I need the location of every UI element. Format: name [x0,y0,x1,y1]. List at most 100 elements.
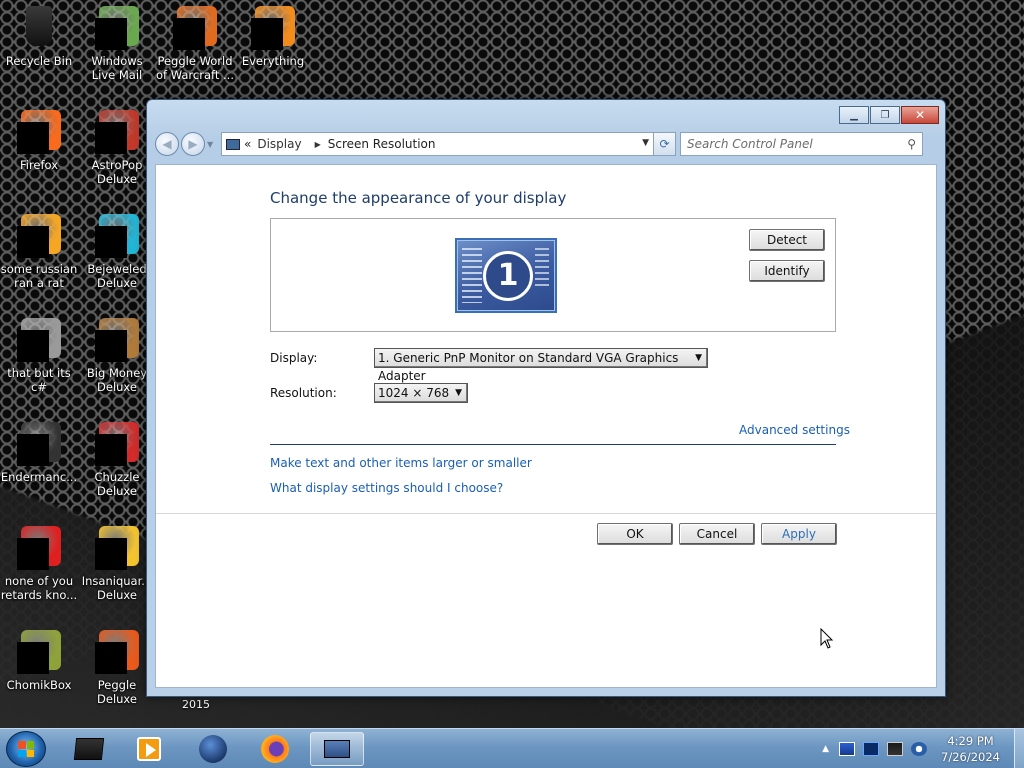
address-dropdown-icon[interactable]: ▼ [642,138,649,148]
desktop-icon-6[interactable]: AstroPop Deluxe [78,104,156,186]
search-input[interactable]: Search Control Panel ⚲ [680,132,923,156]
screen-lines-graphic [462,248,482,303]
bejeweled-icon [95,214,139,258]
identify-button[interactable]: Identify [749,260,825,282]
chevron-down-icon: ▼ [455,388,462,398]
tray-app-icon[interactable] [863,742,880,756]
back-arrow-icon: ◀ [162,137,172,151]
desktop-icon-10[interactable]: Big Money Deluxe [78,312,156,394]
mail-icon [95,6,139,50]
desktop-icon-11[interactable]: Endermanc... [0,416,78,484]
desktop-icon-5[interactable]: Firefox [0,104,78,172]
show-desktop-button[interactable] [1014,729,1024,768]
world-icon [199,735,227,763]
stack-icon [17,318,61,362]
display-icon [226,138,240,150]
taskbar-app-media-player[interactable] [122,732,176,766]
volume-icon[interactable] [911,742,928,756]
recent-pages-dropdown[interactable]: ▼ [207,140,217,149]
display-help-link[interactable]: What display settings should I choose? [270,481,503,495]
desktop-icon-label: Big Money Deluxe [86,366,148,394]
monitor-1-icon[interactable]: 1 [455,238,557,313]
detect-button[interactable]: Detect [749,229,825,251]
text-size-link[interactable]: Make text and other items larger or smal… [270,456,532,470]
advanced-settings-link[interactable]: Advanced settings [739,423,850,437]
taskbar-app-monitor[interactable] [62,732,116,766]
monitor-preview: 1 Detect Identify [270,218,836,332]
resolution-select-value: 1024 × 768 [378,386,450,400]
screen-resolution-window: ▁ ❐ ✕ ◀ ▶ ▼ « Display ▶ Screen Resolutio… [146,99,946,697]
desktop-icon-label: Endermanc... [0,470,78,484]
show-hidden-icons-icon[interactable]: ▲ [822,744,829,754]
minimize-button[interactable]: ▁ [839,106,869,124]
clock-date: 7/26/2024 [941,750,1000,764]
desktop-icon-8[interactable]: Bejeweled Deluxe [78,208,156,290]
taskbar-app-firefox[interactable] [248,732,302,766]
breadcrumb-overflow[interactable]: « [244,137,251,151]
display-select[interactable]: 1. Generic PnP Monitor on Standard VGA G… [374,348,708,383]
network-icon[interactable] [887,742,904,756]
page-title: Change the appearance of your display [270,189,567,207]
cancel-button[interactable]: Cancel [679,523,755,545]
desktop-icon-1[interactable]: Recycle Bin [0,0,78,68]
chevron-down-icon: ▼ [695,353,702,363]
desktop-icon-3[interactable]: Peggle World of Warcraft ... [156,0,234,82]
screen-lines-graphic-2 [535,248,549,288]
search-icon[interactable]: ⚲ [907,137,916,151]
desktop-icon-9[interactable]: that but its c# [0,312,78,394]
back-button[interactable]: ◀ [155,132,179,156]
desktop-icon-label: Firefox [19,158,59,172]
maximize-button[interactable]: ❐ [870,106,900,124]
firefox-icon [17,110,61,154]
ok-button[interactable]: OK [597,523,673,545]
desktop-icon-label: AstroPop Deluxe [91,158,143,186]
close-icon: ✕ [914,108,926,122]
forward-arrow-icon: ▶ [188,137,198,151]
flag-notification-icon[interactable] [839,742,856,756]
desktop-icon-label: none of you retards kno... [0,574,78,602]
forward-button[interactable]: ▶ [181,132,205,156]
breadcrumb-separator-icon[interactable]: ▶ [315,140,321,149]
desktop-icon-label: that but its c# [7,366,71,394]
desktop-icon-label: Peggle World of Warcraft ... [156,54,234,82]
search-placeholder: Search Control Panel [687,137,813,151]
taskbar-app-display-settings[interactable] [310,732,364,766]
breadcrumb-item-display[interactable]: Display [257,137,301,151]
desktop-icon-12[interactable]: Chuzzle Deluxe [78,416,156,498]
taskbar-app-world[interactable] [186,732,240,766]
refresh-icon: ⟳ [659,137,670,151]
refresh-button[interactable]: ⟳ [654,132,676,156]
resolution-select[interactable]: 1024 × 768 ▼ [374,383,468,403]
desktop-icon-13[interactable]: none of you retards kno... [0,520,78,602]
desktop-icon-label: Recycle Bin [5,54,73,68]
desktop-icon-label: Peggle Deluxe [97,678,137,706]
desktop-icon-label: Insaniquar... Deluxe [81,574,153,602]
desktop-icon-15[interactable]: ChomikBox [0,624,78,692]
desktop-icon-16[interactable]: Peggle Deluxe [78,624,156,706]
desktop-icon-label: Chuzzle Deluxe [94,470,140,498]
system-tray: ▲ 4:29 PM 7/26/2024 [822,729,1024,768]
restore-icon: ❐ [880,109,890,121]
desktop-icon-4[interactable]: Everything [234,0,312,68]
start-button[interactable] [6,731,46,767]
address-bar[interactable]: « Display ▶ Screen Resolution ▼ [221,132,654,156]
display-select-value: 1. Generic PnP Monitor on Standard VGA G… [378,351,679,383]
desktop-icon-2[interactable]: Windows Live Mail [78,0,156,82]
chuzzle-icon [95,422,139,466]
desktop-icon-14[interactable]: Insaniquar... Deluxe [78,520,156,602]
astropop-icon [95,110,139,154]
desktop-icon-label: Windows Live Mail [91,54,143,82]
display-label: Display: [270,351,318,365]
clock[interactable]: 4:29 PM 7/26/2024 [941,733,1000,765]
insaniquarium-icon [95,526,139,570]
minimize-icon: ▁ [850,109,858,121]
apply-button[interactable]: Apply [761,523,837,545]
footer-divider [156,513,936,514]
desktop-icon-label: Everything [241,54,305,68]
taskbar: ▲ 4:29 PM 7/26/2024 [0,728,1024,768]
window-app-icon [17,422,61,466]
desktop-icon-7[interactable]: some russian ran a rat [0,208,78,290]
monitor-app-icon [73,738,105,760]
close-button[interactable]: ✕ [901,106,939,124]
breadcrumb-item-screen-resolution[interactable]: Screen Resolution [328,137,436,151]
